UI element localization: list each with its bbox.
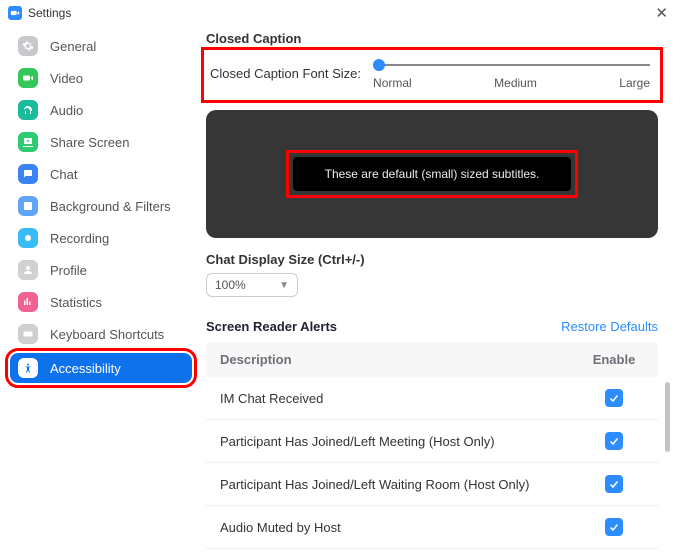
table-row: Participant Has Joined/Left Waiting Room… xyxy=(206,463,658,506)
table-row: Participant Has Joined/Left Meeting (Hos… xyxy=(206,420,658,463)
screen-reader-title: Screen Reader Alerts xyxy=(206,319,337,334)
alerts-table: Description Enable IM Chat Received Part… xyxy=(206,342,658,549)
sidebar-item-audio[interactable]: Audio xyxy=(10,95,192,125)
alert-label: IM Chat Received xyxy=(220,391,584,406)
chat-icon xyxy=(18,164,38,184)
caption-slider-label: Closed Caption Font Size: xyxy=(210,66,361,81)
table-row: IM Chat Received xyxy=(206,377,658,420)
sidebar-label: Video xyxy=(50,71,83,86)
tick-medium: Medium xyxy=(494,76,537,90)
app-icon xyxy=(8,6,22,20)
restore-defaults-link[interactable]: Restore Defaults xyxy=(561,319,658,334)
closed-caption-title: Closed Caption xyxy=(206,31,658,46)
sidebar-item-statistics[interactable]: Statistics xyxy=(10,287,192,317)
slider-tick-labels: Normal Medium Large xyxy=(373,76,650,90)
video-icon xyxy=(18,68,38,88)
enable-checkbox[interactable] xyxy=(605,475,623,493)
sidebar-label: Statistics xyxy=(50,295,102,310)
sidebar-label: General xyxy=(50,39,96,54)
caption-preview-text: These are default (small) sized subtitle… xyxy=(293,157,572,191)
caption-font-size-group: Closed Caption Font Size: Normal Medium … xyxy=(206,52,658,98)
alert-label: Participant Has Joined/Left Waiting Room… xyxy=(220,477,584,492)
sidebar-item-recording[interactable]: Recording xyxy=(10,223,192,253)
sidebar-label: Profile xyxy=(50,263,87,278)
headphones-icon xyxy=(18,100,38,120)
enable-checkbox[interactable] xyxy=(605,389,623,407)
table-header: Description Enable xyxy=(206,342,658,377)
chevron-down-icon: ▼ xyxy=(279,280,289,291)
alert-label: Audio Muted by Host xyxy=(220,520,584,535)
sidebar-item-chat[interactable]: Chat xyxy=(10,159,192,189)
slider-track xyxy=(373,64,650,66)
window-title: Settings xyxy=(28,6,71,20)
sidebar-label: Audio xyxy=(50,103,83,118)
chat-size-title: Chat Display Size (Ctrl+/-) xyxy=(206,252,658,267)
sidebar-item-shortcuts[interactable]: Keyboard Shortcuts xyxy=(10,319,192,349)
chat-size-select[interactable]: 100% ▼ xyxy=(206,273,298,297)
sidebar-label: Recording xyxy=(50,231,109,246)
sidebar-item-general[interactable]: General xyxy=(10,31,192,61)
chat-display-size-section: Chat Display Size (Ctrl+/-) 100% ▼ xyxy=(206,252,658,297)
sidebar-item-share-screen[interactable]: Share Screen xyxy=(10,127,192,157)
accessibility-icon xyxy=(18,358,38,378)
caption-preview: These are default (small) sized subtitle… xyxy=(206,110,658,238)
sidebar-label: Chat xyxy=(50,167,77,182)
table-row: Audio Muted by Host xyxy=(206,506,658,549)
sidebar-item-profile[interactable]: Profile xyxy=(10,255,192,285)
gear-icon xyxy=(18,36,38,56)
main: General Video Audio Share Screen Chat Ba… xyxy=(0,25,680,556)
sidebar-label: Keyboard Shortcuts xyxy=(50,327,164,342)
sidebar-item-background[interactable]: Background & Filters xyxy=(10,191,192,221)
stats-icon xyxy=(18,292,38,312)
content: Closed Caption Closed Caption Font Size:… xyxy=(196,25,680,556)
sidebar-item-accessibility[interactable]: Accessibility xyxy=(10,353,192,383)
sidebar-label: Accessibility xyxy=(50,361,121,376)
titlebar: Settings ✕ xyxy=(0,0,680,25)
enable-checkbox[interactable] xyxy=(605,432,623,450)
sidebar: General Video Audio Share Screen Chat Ba… xyxy=(0,25,196,556)
sidebar-label: Background & Filters xyxy=(50,199,171,214)
caption-size-slider[interactable]: Normal Medium Large xyxy=(373,56,650,90)
tick-normal: Normal xyxy=(373,76,412,90)
col-description: Description xyxy=(220,352,584,367)
sidebar-label: Share Screen xyxy=(50,135,130,150)
enable-checkbox[interactable] xyxy=(605,518,623,536)
share-icon xyxy=(18,132,38,152)
slider-thumb[interactable] xyxy=(373,59,385,71)
user-icon xyxy=(18,260,38,280)
keyboard-icon xyxy=(18,324,38,344)
close-icon[interactable]: ✕ xyxy=(651,6,672,21)
record-icon xyxy=(18,228,38,248)
alert-label: Participant Has Joined/Left Meeting (Hos… xyxy=(220,434,584,449)
col-enable: Enable xyxy=(584,352,644,367)
scrollbar-thumb[interactable] xyxy=(665,382,670,452)
sidebar-item-video[interactable]: Video xyxy=(10,63,192,93)
chat-size-value: 100% xyxy=(215,278,246,292)
image-icon xyxy=(18,196,38,216)
tick-large: Large xyxy=(619,76,650,90)
